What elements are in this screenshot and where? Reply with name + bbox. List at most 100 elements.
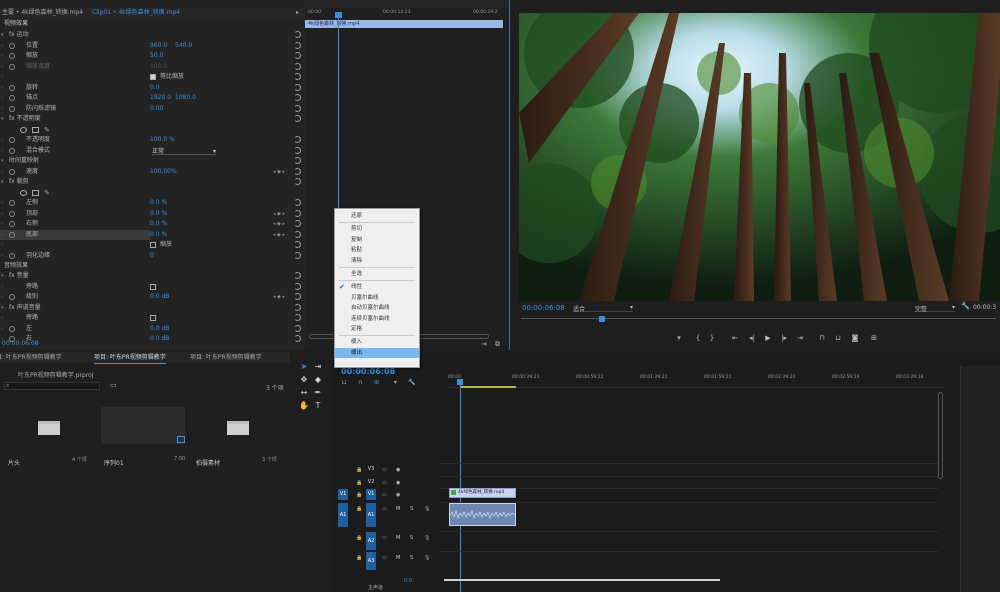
disclosure-triangle-icon[interactable]: ›	[1, 198, 3, 208]
reset-icon[interactable]	[294, 314, 301, 321]
property-value[interactable]: 1920.0	[150, 93, 171, 103]
lift-icon[interactable]: ⊓	[817, 334, 827, 343]
microphone-icon[interactable]: 🎙	[424, 532, 430, 544]
property-value[interactable]: 100.0 %	[150, 135, 175, 145]
reset-icon[interactable]	[294, 157, 301, 164]
button-editor-icon[interactable]: ⊞	[869, 334, 879, 343]
track-header[interactable]: 🔒 V3 ▭ ◉	[334, 464, 438, 474]
stopwatch-icon[interactable]	[9, 325, 15, 332]
pen-mask-icon[interactable]: ✎	[44, 125, 50, 135]
disclosure-triangle-icon[interactable]: ›	[1, 104, 3, 114]
keyframe-ruler[interactable]: 00:00 00:00:14:23 00:00:29:2	[305, 0, 509, 15]
track-target-button[interactable]: A1	[366, 503, 376, 527]
reset-icon[interactable]	[294, 167, 301, 175]
effect-property-row[interactable]: › 左 0.0 dB	[0, 324, 305, 334]
audio-clip[interactable]	[449, 503, 516, 526]
effect-property-row[interactable]: › 级别 0.0 dB ◂ ◆ ▸	[0, 292, 305, 302]
step-forward-icon[interactable]: |▸	[779, 334, 789, 343]
reset-icon[interactable]	[294, 31, 301, 38]
keyframe-clip-bar[interactable]: 4k绿色森林_转换.mp4	[305, 20, 503, 28]
wrench-icon[interactable]: 🔧	[408, 379, 415, 386]
effect-property-row[interactable]: › 旁路	[0, 282, 305, 292]
disclosure-triangle-icon[interactable]: ▾	[1, 156, 4, 166]
stopwatch-icon[interactable]	[9, 42, 15, 49]
quality-dropdown[interactable]: 完整 ▾	[915, 304, 955, 313]
reset-icon[interactable]	[294, 115, 301, 122]
source-patch-button[interactable]: V1	[338, 489, 348, 500]
disclosure-triangle-icon[interactable]: ›	[1, 72, 3, 82]
stopwatch-icon[interactable]	[9, 84, 15, 91]
effect-section-row[interactable]: ▾ fx 裁剪	[0, 177, 305, 187]
effect-property-row[interactable]: › 防闪烁滤镜 0.00	[0, 104, 305, 114]
effect-property-row[interactable]: › 缩放宽度 100.0	[0, 62, 305, 72]
reset-icon[interactable]	[294, 324, 301, 332]
mute-button[interactable]: M	[396, 552, 400, 564]
stopwatch-icon[interactable]	[9, 200, 15, 206]
disclosure-triangle-icon[interactable]: ›	[1, 167, 3, 177]
property-value[interactable]: 0.0 dB	[150, 292, 169, 302]
disclosure-triangle-icon[interactable]: ›	[1, 240, 3, 250]
track-header[interactable]: 🔒 A3 ▭ M S 🎙	[334, 552, 438, 570]
project-tab-1[interactable]: 项目: 叶东PR视频剪辑教学	[0, 352, 62, 363]
effect-section-row[interactable]: 音频效果	[0, 261, 305, 271]
track-target-button[interactable]: V2	[366, 477, 376, 487]
timeline-h-scrollbar[interactable]	[444, 579, 720, 581]
track-header[interactable]: 🔒 A2 ▭ M S 🎙	[334, 532, 438, 550]
mute-button[interactable]: M	[396, 532, 400, 544]
stopwatch-icon[interactable]	[9, 137, 15, 143]
ellipse-mask-icon[interactable]	[20, 126, 27, 133]
effect-property-row[interactable]: › 旁路	[0, 313, 305, 323]
extract-icon[interactable]: ⊔	[833, 334, 843, 343]
reset-icon[interactable]	[294, 272, 301, 279]
property-value-2[interactable]: 540.0	[175, 41, 192, 51]
disclosure-triangle-icon[interactable]: ▾	[1, 30, 4, 40]
rect-mask-icon[interactable]	[32, 189, 39, 196]
source-patch-button[interactable]: A1	[338, 503, 348, 527]
effect-section-row[interactable]: ▾ fx 不透明度	[0, 114, 305, 124]
disclosure-triangle-icon[interactable]: ›	[1, 41, 3, 51]
add-marker-icon[interactable]: ▾	[674, 334, 684, 343]
effect-property-row[interactable]: › 羽化边缘 0	[0, 251, 305, 261]
effect-property-row[interactable]: › 底部 0.0 % ◂ ◆ ▸	[0, 229, 305, 240]
play-icon[interactable]: ▶	[763, 334, 773, 343]
effect-property-row[interactable]: › 左侧 0.0 %	[0, 198, 305, 208]
ellipse-mask-icon[interactable]	[20, 189, 27, 196]
pen-tool-icon[interactable]: ✒	[313, 388, 323, 398]
disclosure-triangle-icon[interactable]: ›	[1, 292, 3, 302]
effect-section-row[interactable]: ▾ fx 音量	[0, 271, 305, 281]
program-video-frame[interactable]	[519, 13, 1000, 301]
disclosure-triangle-icon[interactable]: ›	[1, 251, 3, 261]
property-value[interactable]: 0.0	[150, 83, 160, 93]
property-value[interactable]: 0.0 %	[150, 230, 167, 240]
property-value[interactable]: 0.0 dB	[150, 334, 169, 344]
stopwatch-icon[interactable]	[9, 53, 15, 59]
disclosure-triangle-icon[interactable]: ›	[1, 83, 3, 93]
disclosure-triangle-icon[interactable]: ›	[1, 135, 3, 145]
reset-icon[interactable]	[294, 199, 301, 206]
sync-lock-icon[interactable]: ▭	[382, 489, 387, 501]
eye-icon[interactable]: ◉	[396, 464, 400, 476]
mute-button[interactable]: M	[396, 503, 400, 515]
linked-selection-icon[interactable]: ∩	[358, 379, 362, 386]
checkbox[interactable]	[150, 315, 156, 321]
disclosure-triangle-icon[interactable]: ›	[1, 324, 3, 334]
stopwatch-icon[interactable]	[9, 147, 15, 154]
eye-icon[interactable]: ◉	[396, 477, 400, 489]
stopwatch-icon[interactable]	[9, 231, 15, 238]
sequence-timecode[interactable]: 00:00:06:08	[341, 367, 395, 376]
reset-icon[interactable]	[294, 178, 301, 185]
stopwatch-icon[interactable]	[9, 294, 15, 300]
track-target-button[interactable]: A3	[366, 552, 376, 570]
stopwatch-icon[interactable]	[9, 252, 15, 259]
lock-icon[interactable]: 🔒	[356, 489, 362, 501]
effect-property-row[interactable]: › 等比缩放	[0, 72, 305, 82]
property-value[interactable]: 0.0 %	[150, 209, 167, 219]
master-clip-tab[interactable]: 主要 • 4k绿色森林_转换.mp4	[2, 8, 83, 18]
effect-property-row[interactable]: › 混合模式 正常 ▾	[0, 146, 305, 156]
reset-icon[interactable]	[294, 241, 301, 248]
property-value[interactable]: 50.0	[150, 51, 163, 61]
effect-property-row[interactable]: ✎	[0, 125, 305, 135]
marker-icon[interactable]: ▾	[394, 379, 397, 386]
go-to-in-icon[interactable]: ⇤	[730, 334, 740, 343]
lock-icon[interactable]: 🔒	[356, 464, 362, 476]
